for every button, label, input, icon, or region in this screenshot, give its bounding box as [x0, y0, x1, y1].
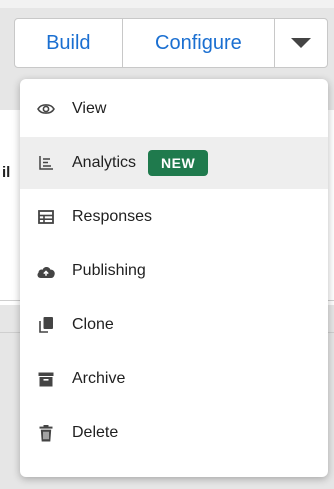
mode-button-group: Build Configure [14, 18, 328, 68]
menu-item-label: Archive [72, 370, 126, 387]
menu-item-publishing[interactable]: Publishing [20, 245, 328, 297]
analytics-icon [36, 153, 56, 173]
more-options-button[interactable] [275, 19, 327, 67]
menu-item-archive[interactable]: Archive [20, 353, 328, 405]
menu-item-label: View [72, 100, 107, 117]
table-icon [36, 207, 56, 227]
menu-item-clone[interactable]: Clone [20, 299, 328, 351]
page-top-strip [0, 0, 334, 8]
menu-item-label: Clone [72, 316, 114, 333]
menu-item-view[interactable]: View [20, 83, 328, 135]
options-dropdown-menu: View Analytics NEW Responses Publishing … [20, 79, 328, 477]
trash-icon [36, 423, 56, 443]
menu-item-delete[interactable]: Delete [20, 407, 328, 459]
menu-item-label: Publishing [72, 262, 146, 279]
menu-item-label: Responses [72, 208, 153, 225]
menu-item-label: Delete [72, 424, 119, 441]
caret-down-icon [291, 38, 312, 48]
eye-icon [36, 99, 56, 119]
menu-item-responses[interactable]: Responses [20, 191, 328, 243]
configure-button[interactable]: Configure [123, 19, 276, 67]
cloud-upload-icon [36, 261, 56, 281]
archive-icon [36, 369, 56, 389]
copy-icon [36, 315, 56, 335]
build-button[interactable]: Build [15, 19, 123, 67]
menu-item-analytics[interactable]: Analytics NEW [20, 137, 328, 189]
new-badge: NEW [148, 150, 209, 176]
menu-item-label: Analytics [72, 154, 137, 171]
partial-page-text: il [2, 164, 11, 181]
